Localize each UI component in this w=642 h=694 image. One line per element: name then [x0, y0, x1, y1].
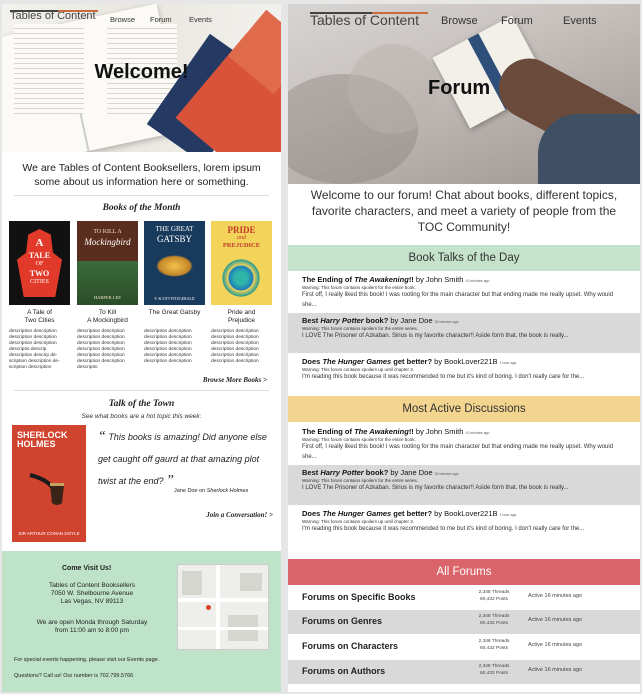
- book-card[interactable]: THE GREAT GATSBY F. SCOTT FITZGERALD The…: [144, 221, 205, 365]
- browse-more-link[interactable]: Browse More Books >: [203, 376, 267, 384]
- book-title: To Kill A Mockingbird: [87, 309, 128, 324]
- top-nav: Tables of Content Browse Forum Events: [2, 4, 281, 28]
- forum-post[interactable]: Does The Hunger Games get better? by Boo…: [288, 354, 640, 394]
- events-note: For special events happening, please vis…: [14, 657, 160, 663]
- divider: [14, 390, 269, 391]
- book-card[interactable]: A TALE OF TWO CITIES A Tale of Two Citie…: [9, 221, 70, 371]
- nav-events[interactable]: Events: [563, 15, 597, 27]
- site-logo[interactable]: Tables of Content: [310, 12, 428, 28]
- book-description: description description description desc…: [77, 329, 125, 370]
- forum-post[interactable]: The Ending of The Awakening!! by John Sm…: [288, 424, 640, 464]
- book-card[interactable]: PRIDE and PREJUDICE Pride and Prejudice …: [211, 221, 272, 365]
- forum-post[interactable]: The Ending of The Awakening!! by John Sm…: [288, 272, 640, 312]
- forum-post[interactable]: Best Harry Potter book? by Jane Doe 30 m…: [288, 465, 640, 505]
- book-cover: PRIDE and PREJUDICE: [211, 221, 272, 305]
- book-talks-heading: Book Talks of the Day: [288, 245, 640, 271]
- phone-note: Questions? Call us! Our number is 702.79…: [14, 673, 134, 679]
- visit-us-footer: Come Visit Us! Tables of Content Booksel…: [2, 551, 281, 692]
- most-active-heading: Most Active Discussions: [288, 396, 640, 422]
- pipe-icon: [29, 473, 64, 505]
- book-description: description description description desc…: [9, 329, 60, 370]
- site-logo[interactable]: Tables of Content: [10, 10, 98, 22]
- sherlock-holmes-cover[interactable]: SHERLOCK HOLMES SIR ARTHUR CONAN DOYLE: [12, 425, 86, 542]
- post-excerpt: I'm reading this book because it was rec…: [302, 526, 585, 532]
- divider: [14, 195, 269, 196]
- store-hours: We are open Monda through Saturday from …: [36, 619, 148, 634]
- forum-last-active: Active 16 minutes ago: [528, 642, 583, 648]
- book-description: description description description desc…: [144, 329, 192, 364]
- talk-subtitle: See what books are a hot topic this week…: [81, 413, 202, 420]
- forum-hero-title: Forum: [428, 77, 491, 99]
- forum-stats: 2,348 Threads 60,432 Posts: [478, 639, 510, 651]
- post-excerpt: First off, I really liked this book! I w…: [302, 444, 614, 460]
- book-title: A Tale of Two Cities: [24, 309, 55, 324]
- join-conversation-link[interactable]: Join a Conversation! >: [206, 511, 273, 519]
- hero-title: Welcome!: [94, 61, 189, 83]
- post-excerpt: I LOVE The Prisoner of Azkaban. Sirius i…: [302, 485, 569, 491]
- book-cover: TO KILL A Mockingbird HARPER LEE: [77, 221, 138, 305]
- mockup-board: Tables of Content Browse Forum Events We…: [0, 0, 642, 694]
- books-of-month-heading: Books of the Month: [102, 203, 181, 213]
- post-excerpt: First off, I really liked this book! I w…: [302, 292, 614, 308]
- forum-category-row[interactable]: Forums on Characters 2,348 Threads 60,432…: [288, 635, 640, 659]
- book-cover: A TALE OF TWO CITIES: [9, 221, 70, 305]
- intro-text: We are Tables of Content Booksellers, lo…: [22, 162, 261, 188]
- home-page-mockup: Tables of Content Browse Forum Events We…: [2, 4, 281, 692]
- forum-top-nav: Tables of Content Browse Forum Events: [288, 4, 640, 34]
- forum-category-row[interactable]: Forums on Specific Books 2,348 Threads 60…: [288, 586, 640, 610]
- forum-name: Forums on Characters: [302, 641, 399, 651]
- forum-stats: 2,348 Threads 60,432 Posts: [478, 590, 510, 602]
- post-excerpt: I LOVE The Prisoner of Azkaban. Sirius i…: [302, 333, 569, 339]
- visit-title: Come Visit Us!: [62, 565, 112, 572]
- nav-forum[interactable]: Forum: [150, 15, 172, 24]
- map-pin-icon: [206, 605, 211, 610]
- nav-forum[interactable]: Forum: [501, 15, 533, 27]
- forum-stats: 2,348 Threads 60,432 Posts: [478, 614, 510, 626]
- location-map[interactable]: [177, 564, 269, 650]
- talk-of-town-heading: Talk of the Town: [108, 399, 175, 409]
- books-of-month-grid: A TALE OF TWO CITIES A Tale of Two Citie…: [9, 221, 273, 379]
- quote-attribution: Jane Doe on Sherlock Holmes: [174, 488, 249, 494]
- forum-name: Forums on Genres: [302, 616, 383, 626]
- all-forums-heading: All Forums: [288, 559, 640, 585]
- post-excerpt: I'm reading this book because it was rec…: [302, 374, 585, 380]
- book-card[interactable]: TO KILL A Mockingbird HARPER LEE To Kill…: [77, 221, 138, 371]
- book-title: The Great Gatsby: [148, 309, 201, 316]
- forum-category-row[interactable]: Forums on Genres 2,348 Threads 60,432 Pos…: [288, 610, 640, 634]
- book-description: description description description desc…: [211, 329, 259, 364]
- forum-last-active: Active 16 minutes ago: [528, 593, 583, 599]
- forum-last-active: Active 16 minutes ago: [528, 667, 583, 673]
- forum-post[interactable]: Best Harry Potter book? by Jane Doe 30 m…: [288, 313, 640, 353]
- forum-last-active: Active 16 minutes ago: [528, 617, 583, 623]
- forum-page-mockup: Tables of Content Browse Forum Events Fo…: [288, 4, 640, 692]
- forum-stats: 2,348 Threads 60,432 Posts: [478, 664, 510, 676]
- store-address: Tables of Content Booksellers 7050 W. Sh…: [49, 582, 135, 605]
- featured-quote: “ This books is amazing! Did anyone else…: [98, 429, 267, 488]
- quote-book-link[interactable]: Sherlock Holmes: [207, 488, 249, 494]
- forum-post[interactable]: Does The Hunger Games get better? by Boo…: [288, 506, 640, 546]
- nav-events[interactable]: Events: [189, 15, 212, 24]
- forum-intro: Welcome to our forum! Chat about books, …: [310, 188, 618, 234]
- forum-name: Forums on Authors: [302, 666, 386, 676]
- book-cover: THE GREAT GATSBY F. SCOTT FITZGERALD: [144, 221, 205, 305]
- book-title: Pride and Prejudice: [227, 309, 256, 324]
- nav-browse[interactable]: Browse: [441, 15, 478, 27]
- nav-browse[interactable]: Browse: [110, 15, 135, 24]
- forum-category-row[interactable]: Forums on Authors 2,348 Threads 60,432 Po…: [288, 660, 640, 684]
- forum-name: Forums on Specific Books: [302, 592, 416, 602]
